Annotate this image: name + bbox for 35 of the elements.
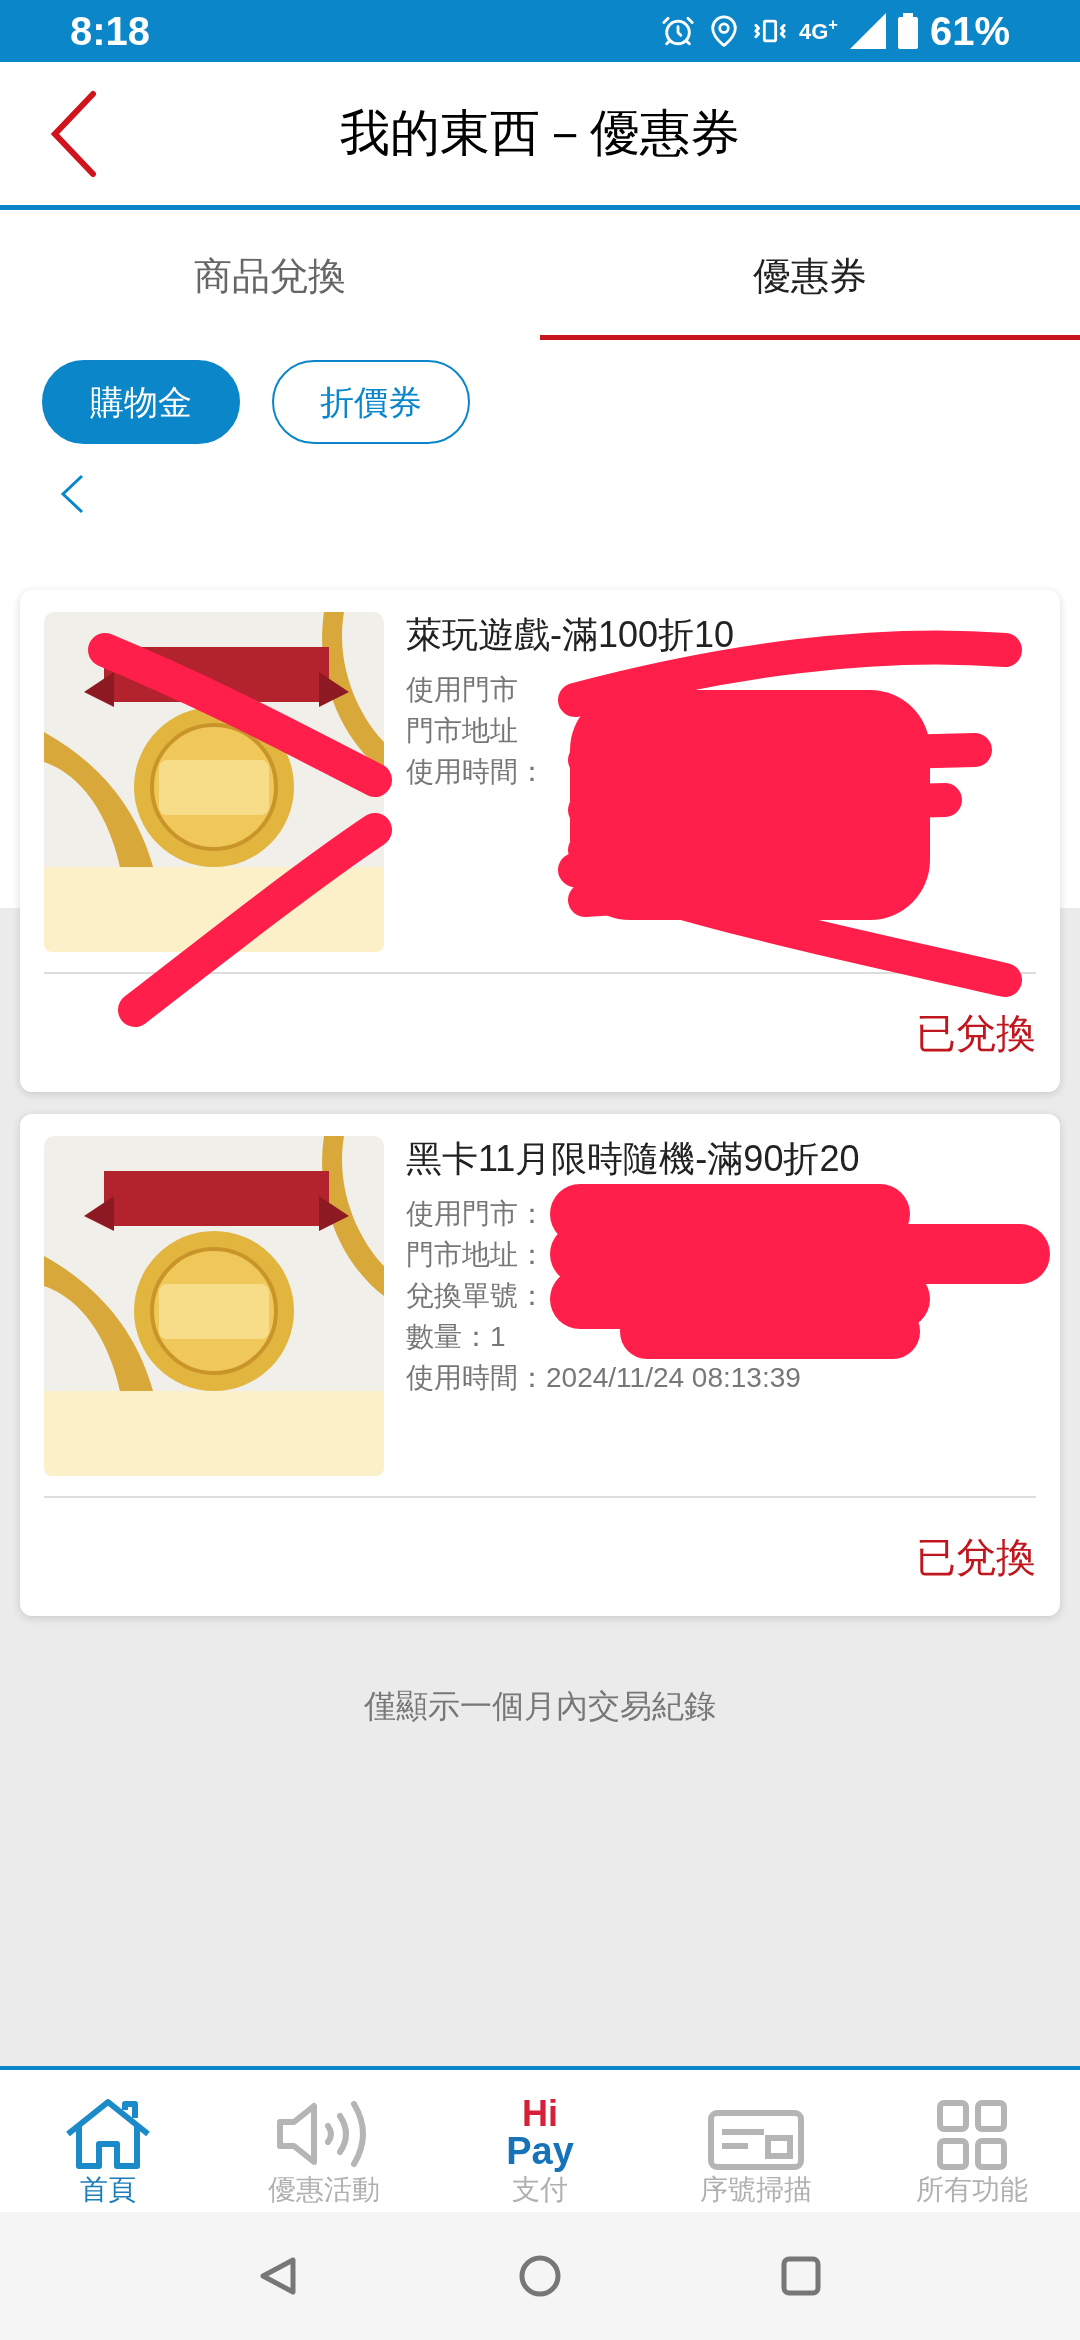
previous-chevron-icon[interactable] bbox=[60, 474, 84, 514]
coupon-detail: 兌換單號： bbox=[406, 1278, 547, 1313]
network-type: 4G$^{+}$ bbox=[798, 14, 838, 46]
back-icon bbox=[51, 89, 97, 178]
status-time: 8:18 bbox=[70, 8, 151, 55]
coupon-detail: 門市地址 bbox=[406, 713, 519, 748]
filter-chip[interactable]: 購物金 bbox=[42, 360, 240, 444]
tab[interactable]: 商品兌換 bbox=[0, 210, 540, 340]
page-title: 我的東西－優惠券 bbox=[340, 104, 740, 163]
redeemed-status: 已兌換 bbox=[916, 1534, 1036, 1581]
nav-item[interactable]: Hi Pay 支付 bbox=[432, 2070, 648, 2212]
coupon-card[interactable]: 黑卡11月限時隨機-滿90折20 使用門市： 門市地址： 兌換單號： 數量：1 使用時間：2024/11/24 08:13:39 已兌換 bbox=[20, 1114, 1060, 1616]
coupon-title: 黑卡11月限時隨機-滿90折20 bbox=[406, 1137, 860, 1181]
coupon-detail: 使用門市： bbox=[406, 1196, 547, 1231]
coupon-detail: 使用門市 bbox=[406, 672, 519, 707]
filter-chip[interactable]: 折價券 bbox=[272, 360, 470, 444]
battery-icon bbox=[897, 13, 918, 49]
coupon-detail: 門市地址： bbox=[406, 1237, 547, 1272]
coupon-detail: 數量：1 bbox=[406, 1319, 507, 1354]
hipay-logo: Hi Pay bbox=[506, 2096, 574, 2170]
grid-icon bbox=[937, 2100, 1007, 2170]
coupon-detail: 使用時間：2024/11/24 08:13:39 bbox=[406, 1360, 802, 1395]
coupon-card[interactable]: 萊玩遊戲-滿100折10 使用門市 門市地址 使用時間： 已兌換 bbox=[20, 590, 1060, 1092]
footer-note: 僅顯示一個月內交易紀錄 bbox=[363, 1687, 717, 1726]
coupon-title: 萊玩遊戲-滿100折10 bbox=[406, 613, 735, 657]
redeemed-status: 已兌換 bbox=[916, 1010, 1036, 1057]
nav-item[interactable]: 首頁 bbox=[0, 2070, 216, 2212]
coupon-detail: 使用時間： bbox=[406, 754, 547, 789]
signal-icon bbox=[849, 13, 886, 49]
battery-percent: 61% bbox=[929, 8, 1010, 55]
home-icon bbox=[63, 2098, 153, 2170]
card-scan-icon bbox=[708, 2110, 804, 2170]
alarm-icon bbox=[660, 14, 695, 48]
recents-nav-icon[interactable] bbox=[780, 2256, 821, 2296]
home-nav-icon[interactable] bbox=[518, 2254, 562, 2298]
